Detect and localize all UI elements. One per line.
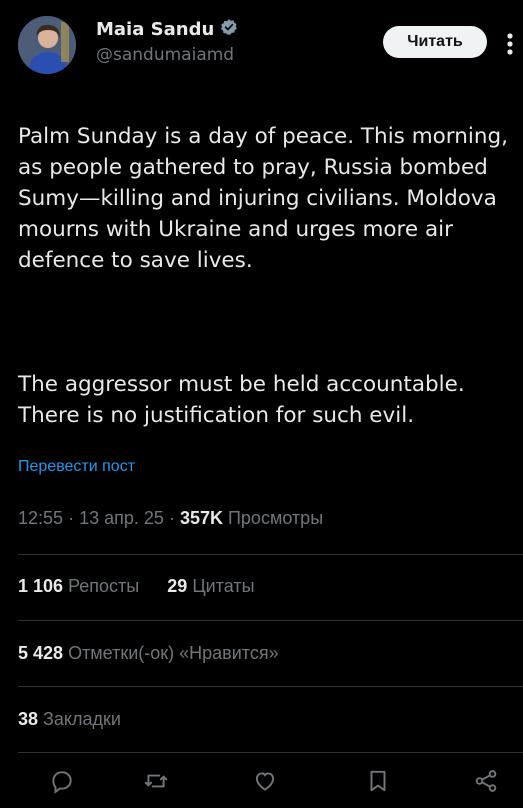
likes-count: 5 428 bbox=[18, 643, 64, 663]
more-options-icon[interactable] bbox=[500, 26, 520, 62]
reposts-label: Репосты bbox=[68, 576, 140, 596]
repost-icon[interactable] bbox=[136, 768, 176, 800]
tweet-meta: 12:55 · 13 апр. 25 · 357K Просмотры bbox=[18, 508, 323, 529]
avatar[interactable] bbox=[18, 16, 76, 74]
quotes-label: Цитаты bbox=[192, 576, 255, 596]
divider bbox=[18, 620, 523, 621]
reposts-count: 1 106 bbox=[18, 576, 64, 596]
tweet-actions bbox=[0, 768, 523, 808]
quotes-count: 29 bbox=[167, 576, 188, 596]
tweet-paragraph: Palm Sunday is a day of peace. This morn… bbox=[18, 124, 508, 273]
share-icon[interactable] bbox=[466, 768, 506, 800]
like-icon[interactable] bbox=[245, 768, 285, 800]
tweet-body: Palm Sunday is a day of peace. This morn… bbox=[18, 90, 518, 462]
tweet-time[interactable]: 12:55 bbox=[18, 508, 63, 528]
quotes-link[interactable]: 29 Цитаты bbox=[162, 576, 254, 596]
reply-icon[interactable] bbox=[42, 768, 82, 800]
display-name[interactable]: Maia Sandu bbox=[96, 19, 214, 40]
name-row: Maia Sandu bbox=[96, 18, 238, 40]
likes-stats[interactable]: 5 428 Отметки(-ок) «Нравится» bbox=[18, 643, 279, 664]
user-handle[interactable]: @sandumaiamd bbox=[96, 45, 234, 65]
verified-badge-icon bbox=[220, 18, 238, 40]
views-label: Просмотры bbox=[227, 508, 324, 528]
repost-quote-stats: 1 106 Репосты 29 Цитаты bbox=[18, 576, 255, 597]
divider bbox=[18, 752, 523, 753]
reposts-link[interactable]: 1 106 Репосты bbox=[18, 576, 144, 596]
bookmarks-label: Закладки bbox=[43, 709, 121, 729]
tweet-date[interactable]: 13 апр. 25 bbox=[79, 508, 164, 528]
meta-separator: · bbox=[168, 508, 175, 528]
divider bbox=[18, 686, 523, 687]
meta-separator: · bbox=[68, 508, 75, 528]
tweet-header: Maia Sandu @sandumaiamd Читать bbox=[0, 0, 523, 84]
tweet-paragraph: The aggressor must be held accountable. … bbox=[18, 372, 465, 428]
likes-label: Отметки(-ок) «Нравится» bbox=[68, 643, 279, 663]
bookmark-icon[interactable] bbox=[358, 768, 398, 800]
translate-post-link[interactable]: Перевести пост bbox=[18, 458, 135, 476]
bookmarks-count: 38 bbox=[18, 709, 39, 729]
bookmarks-stats[interactable]: 38 Закладки bbox=[18, 709, 121, 730]
divider bbox=[18, 554, 523, 555]
follow-button[interactable]: Читать bbox=[383, 26, 487, 58]
views-count: 357K bbox=[179, 508, 223, 528]
